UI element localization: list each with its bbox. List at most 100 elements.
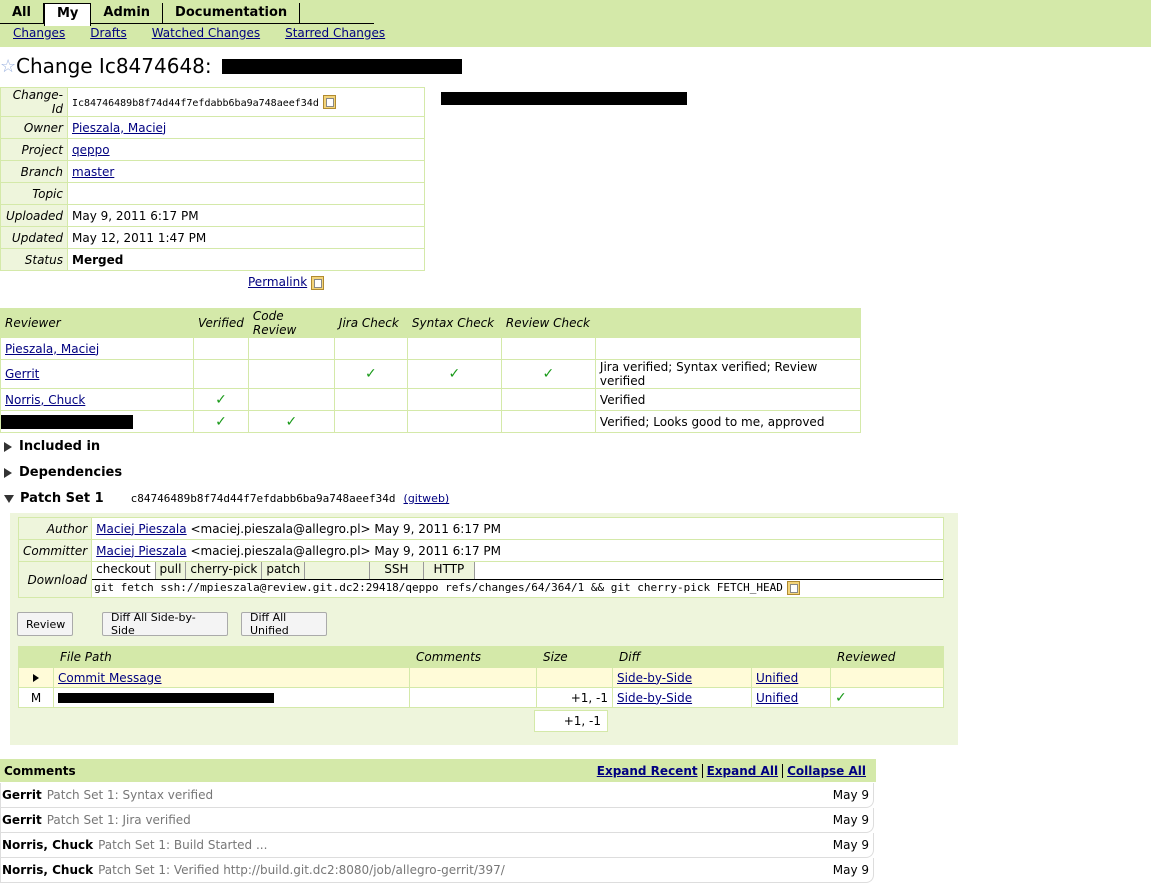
file-size: +1, -1 [536,687,613,708]
copy-icon[interactable] [322,95,336,110]
download-tab-patch[interactable]: patch [262,562,306,579]
included-in-toggle[interactable]: Included in [4,439,100,454]
committer-link[interactable]: Maciej Pieszala [96,544,186,558]
download-tab-pull[interactable]: pull [155,562,187,579]
link-starred-changes[interactable]: Starred Changes [285,26,385,40]
comments-actions: Expand Recent Expand All Collapse All [593,763,876,778]
link-changes[interactable]: Changes [13,26,65,40]
review-button[interactable]: Review [17,612,73,636]
jira-check-cell [333,410,408,433]
approval-row: Pieszala, Maciej [0,337,862,360]
side-by-side-link[interactable]: Side-by-Side [617,671,692,685]
files-table: File Path Comments Size Diff Reviewed Co… [18,646,944,708]
gitweb-link[interactable]: (gitweb) [404,492,450,505]
topic-value [67,182,425,205]
download-command-row: git fetch ssh://mpieszala@review.git.dc2… [92,579,943,597]
reviewer-link[interactable]: Norris, Chuck [5,393,85,407]
expand-recent-link[interactable]: Expand Recent [593,764,702,778]
code-review-cell [247,337,335,360]
copy-icon[interactable] [786,581,800,595]
star-icon[interactable]: ☆ [0,56,16,77]
comment-message: Patch Set 1: Syntax verified [46,788,214,802]
comments-title: Comments [4,763,76,778]
copy-icon[interactable] [311,275,325,290]
redacted-file-path[interactable] [58,693,274,703]
branch-link[interactable]: master [72,165,114,179]
code-review-cell: ✓ [247,410,335,433]
expand-all-link[interactable]: Expand All [703,764,782,778]
reviewer-link[interactable]: Pieszala, Maciej [5,342,99,356]
project-link[interactable]: qeppo [72,143,110,157]
unified-link[interactable]: Unified [756,691,798,705]
code-review-cell [247,359,335,389]
committer-label: Committer [17,539,93,562]
syntax-check-cell [406,410,502,433]
verified-cell: ✓ [193,410,249,433]
author-label: Author [17,517,93,540]
tab-all[interactable]: All [0,3,44,23]
dependencies-toggle[interactable]: Dependencies [4,465,122,480]
file-row[interactable]: Commit Message Side-by-Side Unified [18,667,944,688]
col-review-check: Review Check [500,308,596,338]
download-tab-cherry-pick[interactable]: cherry-pick [186,562,263,579]
topic-label: Topic [0,182,68,205]
comment-date: May 9 [832,838,869,852]
redacted-reviewer [1,414,133,429]
jira-check-cell [333,388,408,411]
diff-all-unified-button[interactable]: Diff All Unified [241,611,327,637]
download-tabs: checkout pull cherry-pick patch SSH HTTP [92,562,943,579]
code-review-cell [247,388,335,411]
comment-item[interactable]: Norris, Chuck Patch Set 1: Verified http… [0,858,874,883]
comment-message: Patch Set 1: Build Started ... [98,838,268,852]
comment-item[interactable]: Gerrit Patch Set 1: Jira verified May 9 [0,808,874,833]
author-link[interactable]: Maciej Pieszala [96,522,186,536]
link-drafts[interactable]: Drafts [90,26,127,40]
included-in-label: Included in [19,439,101,454]
file-path-link[interactable]: Commit Message [58,671,162,685]
comment-item[interactable]: Norris, Chuck Patch Set 1: Build Started… [0,833,874,858]
col-diff-unified [751,646,831,668]
approval-note: Verified [594,388,862,411]
review-check-cell: ✓ [500,359,596,389]
comment-date: May 9 [832,863,869,877]
col-file-path: File Path [53,646,410,668]
menu-bar: All My Admin Documentation Changes Draft… [0,0,1151,47]
download-tab-checkout[interactable]: checkout [92,562,156,579]
uploaded-label: Uploaded [0,204,68,227]
page-title: Change Ic8474648: [16,54,212,78]
updated-value: May 12, 2011 1:47 PM [67,226,425,249]
collapse-arrow-icon [4,494,14,503]
permalink-link[interactable]: Permalink [248,275,307,289]
unified-link[interactable]: Unified [756,671,798,685]
owner-label: Owner [0,116,68,139]
comment-item[interactable]: Gerrit Patch Set 1: Syntax verified May … [0,783,874,808]
tab-admin[interactable]: Admin [91,3,164,23]
collapse-all-link[interactable]: Collapse All [783,764,870,778]
verified-cell [193,337,249,360]
tab-my[interactable]: My [43,3,92,26]
download-command[interactable]: git fetch ssh://mpieszala@review.git.dc2… [92,581,783,594]
redacted-commit-message [441,92,687,105]
approval-note: Verified; Looks good to me, approved [594,410,862,433]
project-label: Project [0,138,68,161]
comment-author: Gerrit [2,788,42,802]
owner-link[interactable]: Pieszala, Maciej [72,121,166,135]
protocol-tab-http[interactable]: HTTP [423,562,476,579]
comment-date: May 9 [832,813,869,827]
file-row[interactable]: M +1, -1 Side-by-Side Unified ✓ [18,687,944,708]
protocol-tab-ssh[interactable]: SSH [370,562,424,579]
reviewer-link[interactable]: Gerrit [5,367,39,381]
diff-all-side-by-side-button[interactable]: Diff All Side-by-Side [102,611,228,637]
patch-set-toggle[interactable]: Patch Set 1 c84746489b8f74d44f7efdabb6ba… [4,491,449,506]
reviewed-check-icon[interactable]: ✓ [830,687,944,708]
permalink-row: Permalink [248,275,325,290]
reviewed-cell[interactable] [830,667,944,688]
tab-documentation[interactable]: Documentation [163,3,301,23]
side-by-side-link[interactable]: Side-by-Side [617,691,692,705]
link-watched-changes[interactable]: Watched Changes [152,26,260,40]
top-tabs: All My Admin Documentation [0,3,374,26]
patch-set-label: Patch Set 1 [20,491,104,506]
redacted-subject [221,58,462,74]
approval-note: Jira verified; Syntax verified; Review v… [594,359,862,389]
verified-cell [193,359,249,389]
